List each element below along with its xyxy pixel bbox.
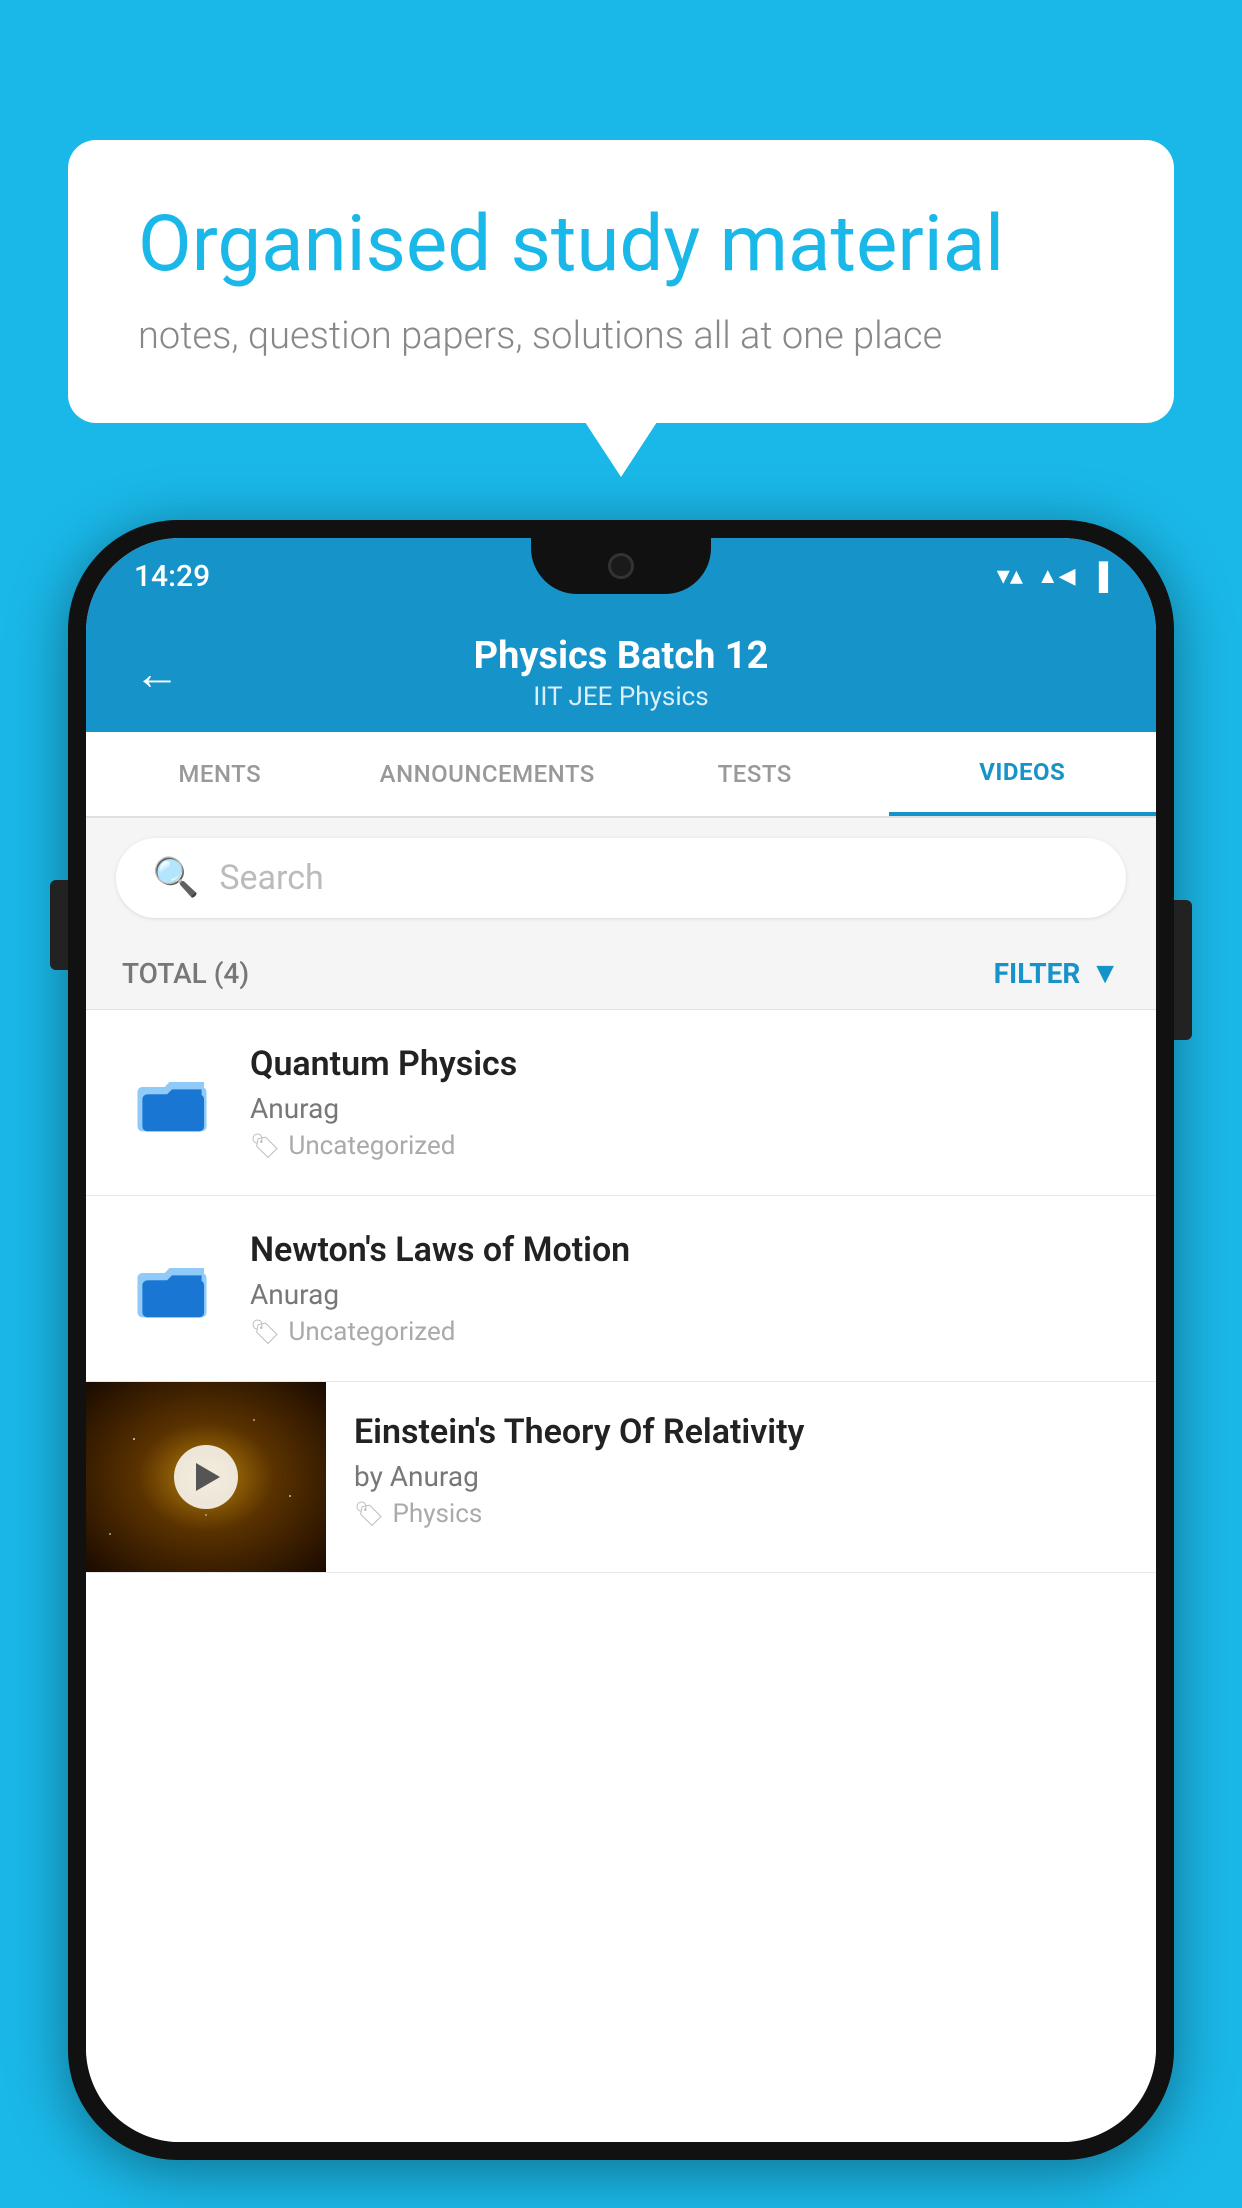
- list-item[interactable]: Einstein's Theory Of Relativity by Anura…: [86, 1382, 1156, 1573]
- wifi-icon: ▾▴: [997, 561, 1023, 591]
- phone-screen: 14:29 ▾▴ ▲◀ ▐ ← Physics Batch 12 IIT JEE…: [86, 538, 1156, 2142]
- item-tag: 🏷 Physics: [354, 1499, 1128, 1529]
- item-author: Anurag: [250, 1278, 1120, 1311]
- item-title: Einstein's Theory Of Relativity: [354, 1412, 1128, 1452]
- item-tag: 🏷 Uncategorized: [250, 1317, 1120, 1347]
- header-center: Physics Batch 12 IIT JEE Physics: [474, 634, 769, 712]
- camera-dot: [608, 553, 634, 579]
- filter-funnel-icon: ▼: [1090, 956, 1120, 991]
- search-placeholder: Search: [219, 858, 323, 898]
- bubble-subtitle: notes, question papers, solutions all at…: [138, 314, 1104, 358]
- tab-tests[interactable]: TESTS: [621, 732, 889, 816]
- tab-announcements[interactable]: ANNOUNCEMENTS: [354, 732, 622, 816]
- tab-videos[interactable]: VIDEOS: [889, 732, 1157, 816]
- tabs-bar: MENTS ANNOUNCEMENTS TESTS VIDEOS: [86, 732, 1156, 818]
- item-content: Newton's Laws of Motion Anurag 🏷 Uncateg…: [250, 1230, 1120, 1347]
- item-folder-icon: [122, 1239, 222, 1339]
- item-folder-icon: [122, 1053, 222, 1153]
- tab-ments[interactable]: MENTS: [86, 732, 354, 816]
- phone-outer: 14:29 ▾▴ ▲◀ ▐ ← Physics Batch 12 IIT JEE…: [68, 520, 1174, 2160]
- battery-icon: ▐: [1090, 561, 1108, 592]
- status-icons: ▾▴ ▲◀ ▐: [997, 561, 1108, 592]
- status-time: 14:29: [134, 559, 210, 594]
- item-tag: 🏷 Uncategorized: [250, 1131, 1120, 1161]
- filter-label: FILTER: [994, 957, 1081, 990]
- tag-label: Uncategorized: [288, 1317, 455, 1347]
- speech-bubble: Organised study material notes, question…: [68, 140, 1174, 423]
- list-item[interactable]: Newton's Laws of Motion Anurag 🏷 Uncateg…: [86, 1196, 1156, 1382]
- list-area: Quantum Physics Anurag 🏷 Uncategorized: [86, 1010, 1156, 2142]
- video-thumbnail: [86, 1382, 326, 1572]
- search-icon: 🔍: [152, 856, 199, 900]
- play-icon: [196, 1463, 220, 1491]
- back-button[interactable]: ←: [134, 646, 180, 701]
- tag-icon: 🏷: [354, 1500, 384, 1528]
- search-bar[interactable]: 🔍 Search: [116, 838, 1126, 918]
- item-content: Quantum Physics Anurag 🏷 Uncategorized: [250, 1044, 1120, 1161]
- phone-wrapper: 14:29 ▾▴ ▲◀ ▐ ← Physics Batch 12 IIT JEE…: [68, 520, 1174, 2160]
- item-content: Einstein's Theory Of Relativity by Anura…: [326, 1382, 1156, 1559]
- notch: [531, 538, 711, 594]
- tag-icon: 🏷: [250, 1132, 280, 1160]
- list-item[interactable]: Quantum Physics Anurag 🏷 Uncategorized: [86, 1010, 1156, 1196]
- bubble-title: Organised study material: [138, 200, 1104, 290]
- item-author: by Anurag: [354, 1460, 1128, 1493]
- item-title: Quantum Physics: [250, 1044, 1120, 1084]
- search-bar-container: 🔍 Search: [86, 818, 1156, 938]
- total-label: TOTAL (4): [122, 957, 249, 990]
- header-title: Physics Batch 12: [474, 634, 769, 678]
- tag-icon: 🏷: [250, 1318, 280, 1346]
- item-title: Newton's Laws of Motion: [250, 1230, 1120, 1270]
- header-subtitle: IIT JEE Physics: [474, 682, 769, 712]
- tag-label: Uncategorized: [288, 1131, 455, 1161]
- filter-button[interactable]: FILTER ▼: [994, 956, 1120, 991]
- item-author: Anurag: [250, 1092, 1120, 1125]
- play-button[interactable]: [174, 1445, 238, 1509]
- app-header: ← Physics Batch 12 IIT JEE Physics: [86, 614, 1156, 732]
- tag-label: Physics: [392, 1499, 482, 1529]
- signal-icon: ▲◀: [1037, 563, 1076, 589]
- filter-row: TOTAL (4) FILTER ▼: [86, 938, 1156, 1010]
